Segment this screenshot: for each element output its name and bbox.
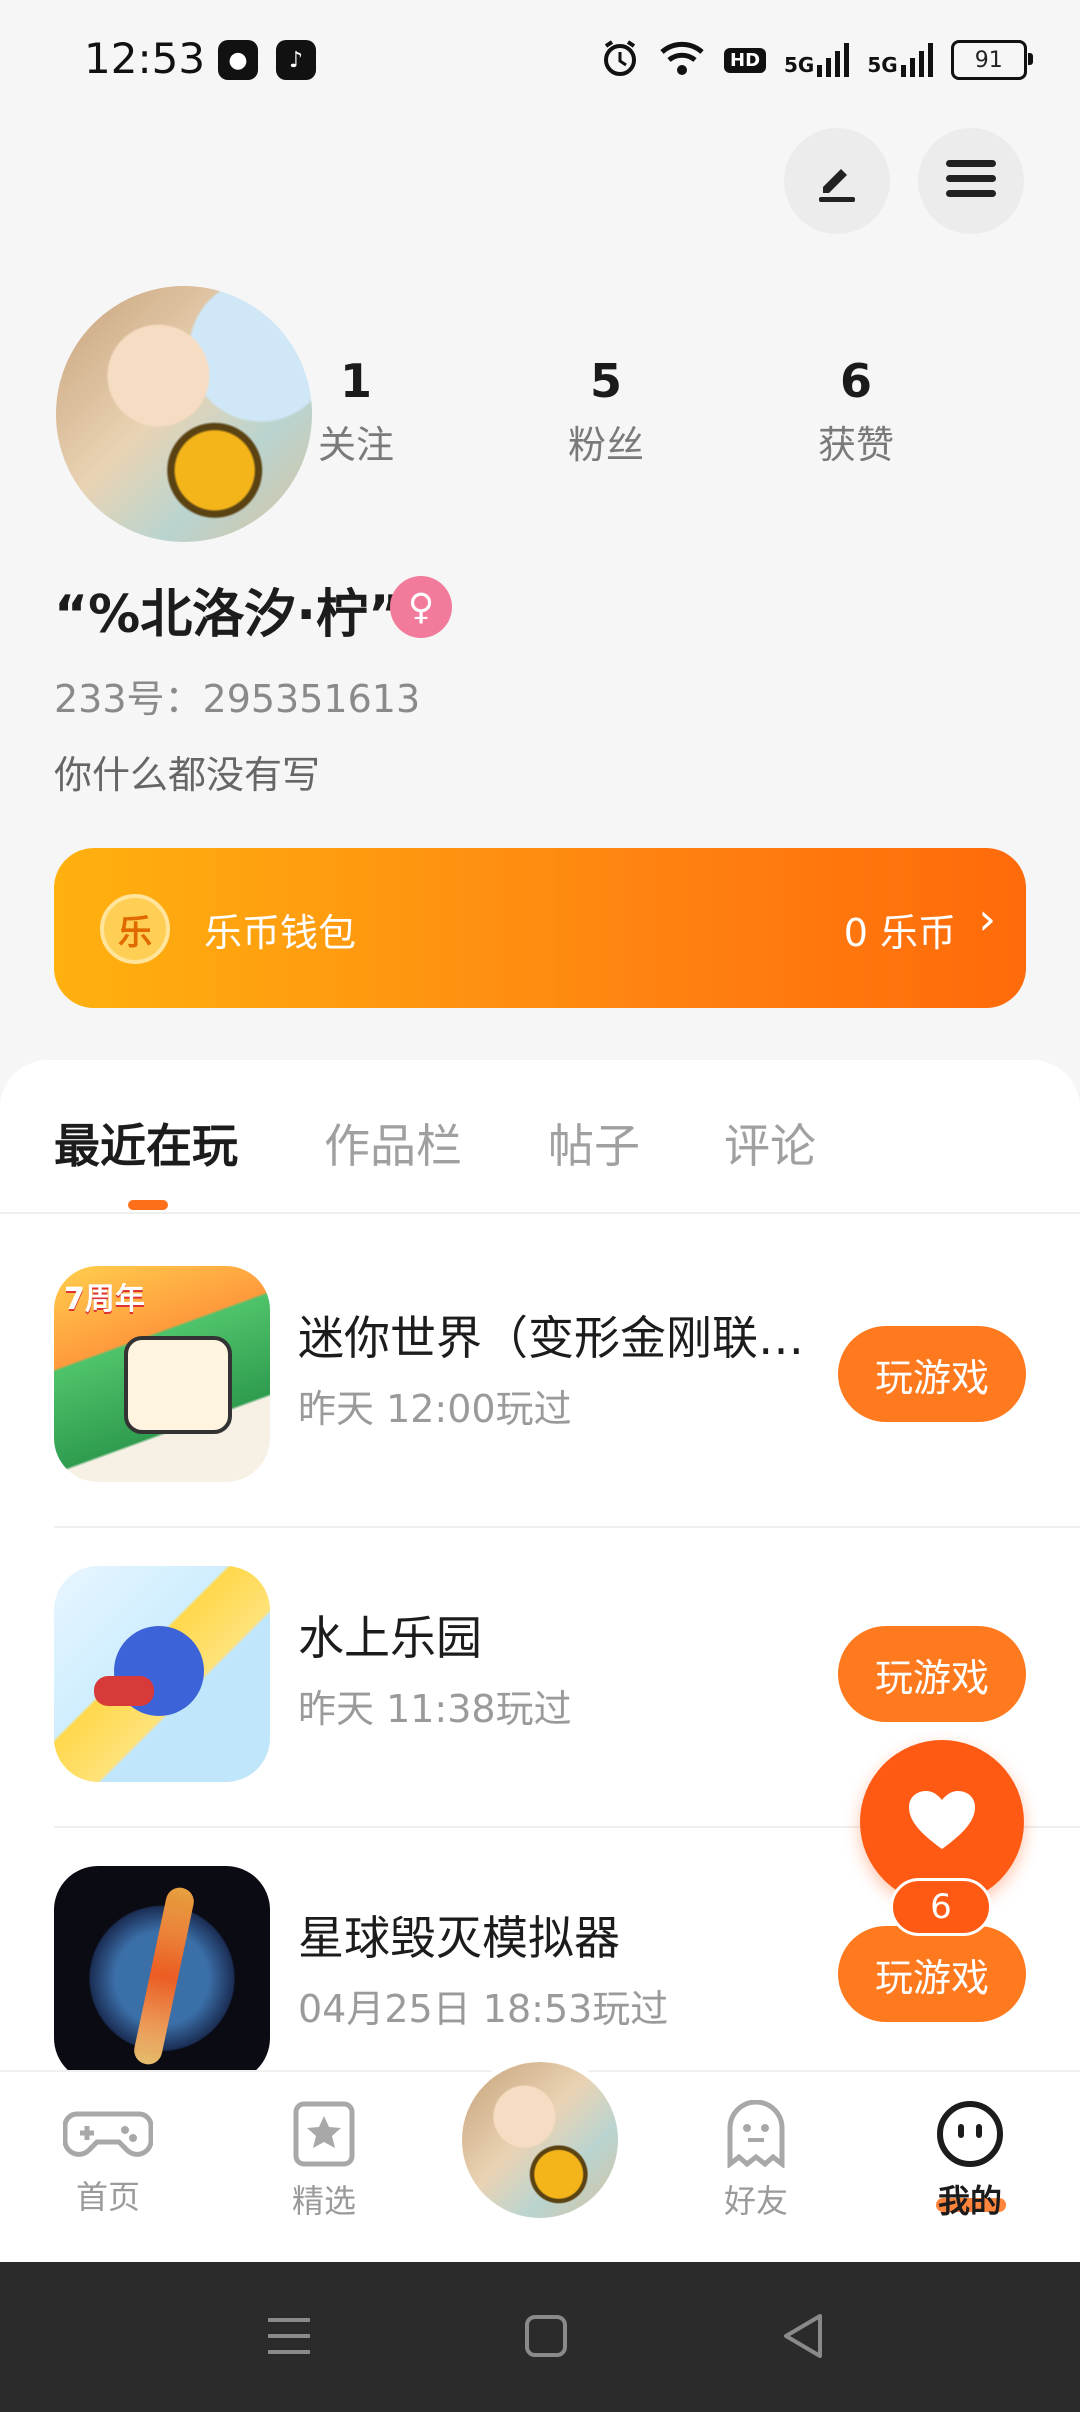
- coin-icon: 乐: [100, 894, 170, 964]
- game-badge: 7周年: [64, 1282, 145, 1317]
- user-bio: 你什么都没有写: [54, 753, 321, 797]
- recent-apps-button[interactable]: [266, 2314, 312, 2362]
- alarm-icon: [600, 38, 640, 82]
- bottom-nav: 首页 精选 好友 我的: [0, 2056, 1080, 2264]
- wallet-label: 乐币钱包: [204, 911, 357, 955]
- signal-1: 5G: [784, 43, 850, 77]
- nav-home[interactable]: 首页: [28, 2100, 188, 2218]
- gamepad-icon: [62, 2111, 154, 2168]
- robot-app-icon: ●: [218, 40, 258, 80]
- tab-comments[interactable]: 评论: [724, 1110, 816, 1176]
- game-title: 迷你世界（变形金刚联…: [298, 1311, 804, 1365]
- nav-featured-label: 精选: [291, 2182, 356, 2220]
- profile-avatar[interactable]: [56, 286, 312, 542]
- face-icon: [934, 2101, 1006, 2172]
- tiktok-app-icon: ♪: [276, 40, 316, 80]
- stat-fans-label: 粉丝: [567, 423, 644, 467]
- back-button[interactable]: [780, 2312, 826, 2364]
- play-game-button[interactable]: 玩游戏: [838, 1326, 1026, 1422]
- hd-badge: HD: [724, 47, 767, 73]
- heart-icon: [907, 1789, 977, 1855]
- game-title: 星球毁灭模拟器: [298, 1911, 620, 1965]
- nav-me[interactable]: 我的: [890, 2100, 1050, 2222]
- game-title: 水上乐园: [298, 1611, 482, 1665]
- nav-featured[interactable]: 精选: [244, 2100, 404, 2222]
- nav-home-label: 首页: [75, 2178, 140, 2216]
- tab-indicator: [128, 1200, 168, 1210]
- wallet-card[interactable]: 乐 乐币钱包 0 乐币 ›: [54, 848, 1026, 1008]
- stat-fans[interactable]: 5 粉丝: [526, 354, 686, 469]
- username: “%北洛汐·柠”: [54, 585, 403, 645]
- tabs-divider: [0, 1212, 1080, 1214]
- nav-friends-label: 好友: [723, 2182, 788, 2220]
- stat-likes-value: 6: [839, 354, 872, 408]
- wallet-balance: 0 乐币: [843, 911, 956, 955]
- game-last-played: 昨天 11:38玩过: [298, 1687, 572, 1731]
- edit-icon: [811, 153, 863, 209]
- home-button[interactable]: [524, 2314, 568, 2362]
- ghost-icon: [724, 2099, 788, 2172]
- status-time: 12:53: [84, 34, 206, 83]
- menu-button[interactable]: [918, 128, 1024, 234]
- nav-me-label: 我的: [937, 2182, 1002, 2220]
- stat-following[interactable]: 1 关注: [276, 354, 436, 469]
- nav-friends[interactable]: 好友: [676, 2099, 836, 2222]
- game-icon-water-park: [54, 1566, 270, 1782]
- game-row[interactable]: 7周年 迷你世界（变形金刚联… 昨天 12:00玩过 玩游戏: [0, 1266, 1080, 1566]
- menu-icon: [944, 156, 998, 206]
- user-id: 233号：295351613: [54, 677, 421, 721]
- signal-2: 5G: [867, 43, 933, 77]
- menu-lines-icon: [266, 2318, 312, 2362]
- stat-following-label: 关注: [317, 423, 394, 467]
- square-icon: [524, 2315, 568, 2362]
- tab-works[interactable]: 作品栏: [324, 1110, 462, 1176]
- chevron-right-icon: ›: [978, 894, 996, 945]
- back-triangle-icon: [780, 2314, 826, 2364]
- tab-recent[interactable]: 最近在玩: [54, 1110, 238, 1176]
- wifi-icon: [658, 38, 706, 82]
- like-count-badge: 6: [890, 1878, 992, 1936]
- female-gender-icon: ♀: [390, 576, 452, 638]
- stat-fans-value: 5: [589, 354, 622, 408]
- stat-likes-label: 获赞: [817, 423, 894, 467]
- status-indicators: HD 5G 5G 91: [600, 38, 1033, 82]
- play-game-button[interactable]: 玩游戏: [838, 1626, 1026, 1722]
- status-bar: 12:53 ● ♪ HD 5G 5G 91: [0, 0, 1080, 120]
- edit-profile-button[interactable]: [784, 128, 890, 234]
- crack-glow: [131, 1885, 197, 2067]
- stat-likes[interactable]: 6 获赞: [776, 354, 936, 469]
- tab-posts[interactable]: 帖子: [548, 1110, 640, 1176]
- game-last-played: 04月25日 18:53玩过: [298, 1987, 669, 2031]
- game-last-played: 昨天 12:00玩过: [298, 1387, 572, 1431]
- character-face: [124, 1336, 232, 1434]
- play-game-button[interactable]: 玩游戏: [838, 1926, 1026, 2022]
- game-icon-planet-destruction: [54, 1866, 270, 2070]
- game-icon-mini-world: 7周年: [54, 1266, 270, 1482]
- system-nav-bar: [0, 2262, 1080, 2412]
- row-divider: [54, 1526, 1080, 1528]
- battery-indicator: 91: [950, 40, 1033, 80]
- nav-avatar-button[interactable]: [456, 2056, 624, 2224]
- stat-following-value: 1: [339, 354, 372, 408]
- star-icon: [292, 2101, 356, 2172]
- swimmer-shorts: [94, 1676, 154, 1706]
